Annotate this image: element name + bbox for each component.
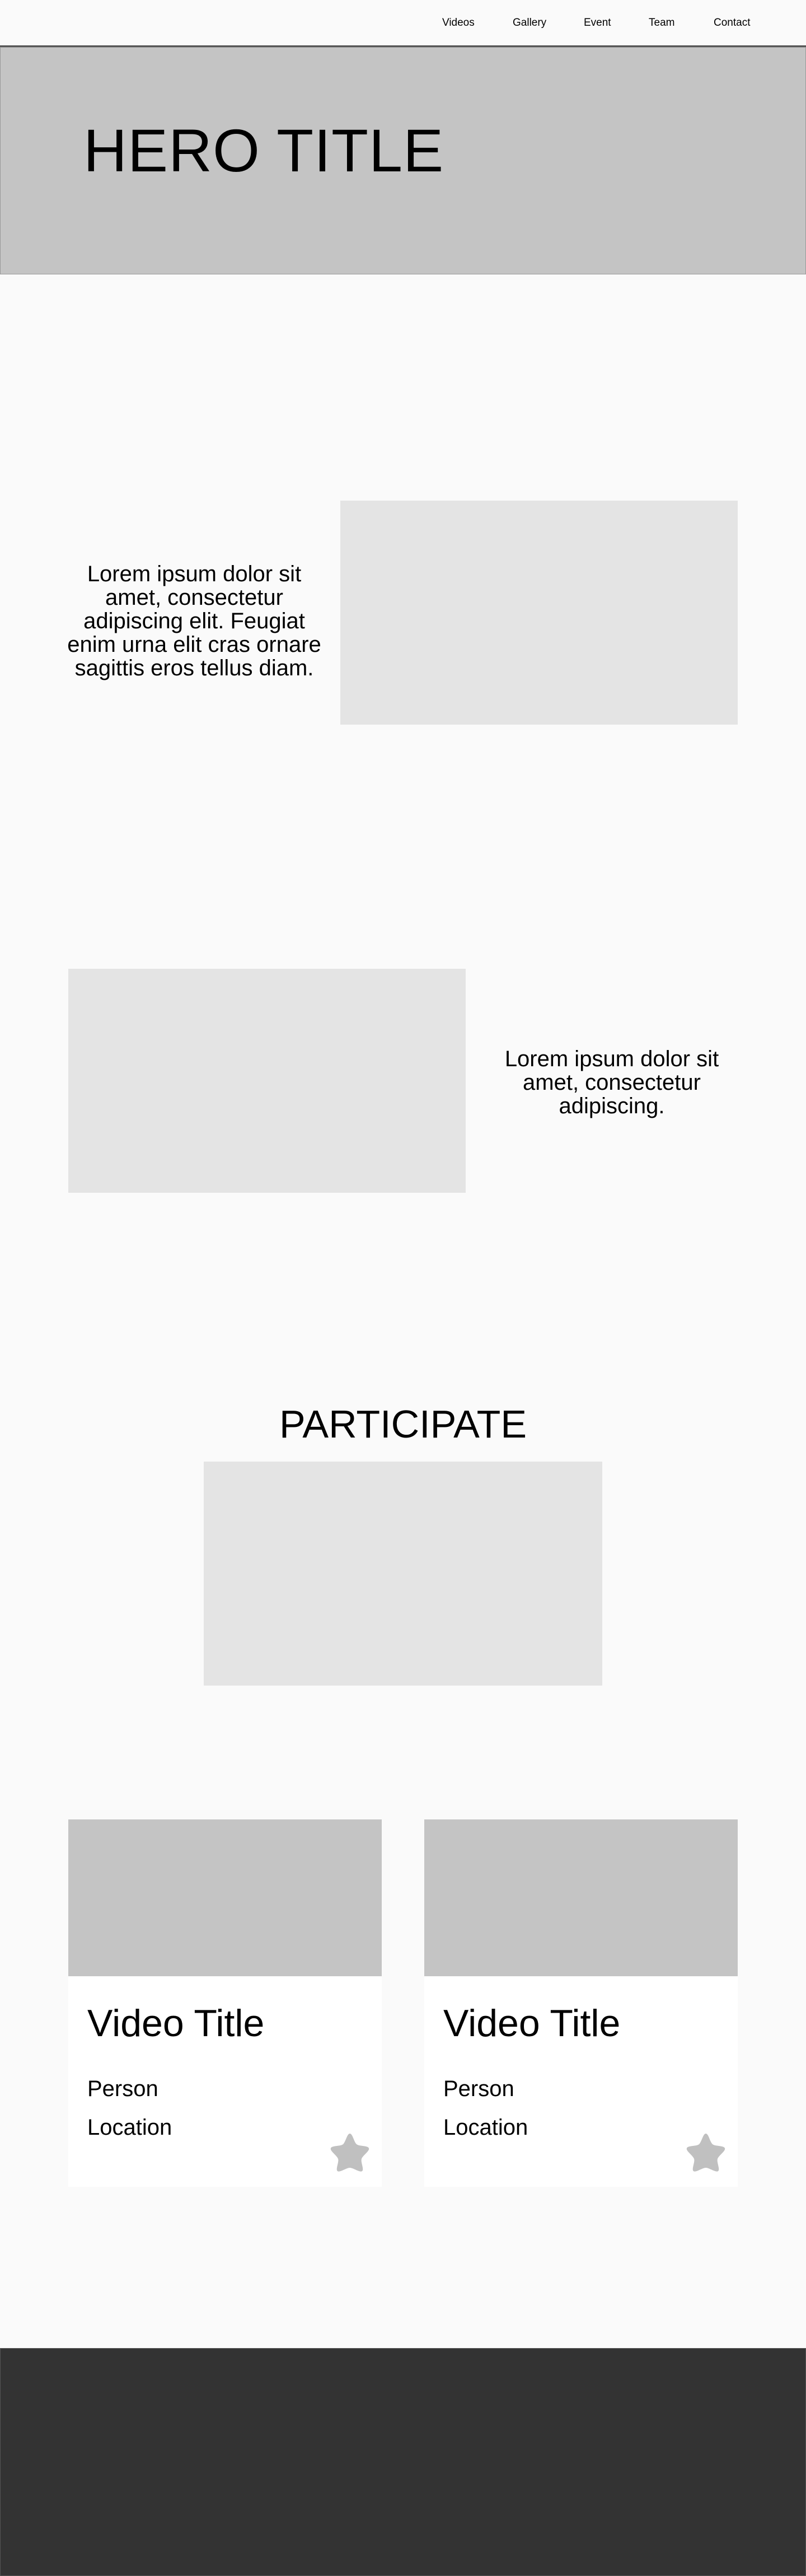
footer (0, 2348, 806, 2576)
video-card[interactable]: Video Title Person Location (424, 1819, 738, 2187)
nav-contact[interactable]: Contact (714, 17, 750, 29)
hero-banner: HERO TITLE (0, 47, 806, 274)
video-title: Video Title (443, 2002, 621, 2045)
participate-video-placeholder[interactable] (204, 1462, 602, 1686)
video-person: Person (87, 2076, 158, 2101)
nav-gallery[interactable]: Gallery (513, 17, 546, 29)
star-icon[interactable] (683, 2130, 728, 2175)
video-card[interactable]: Video Title Person Location (68, 1819, 382, 2187)
video-person: Person (443, 2076, 514, 2101)
video-thumbnail[interactable] (424, 1819, 738, 1976)
video-location: Location (443, 2115, 528, 2140)
video-location: Location (87, 2115, 172, 2140)
section-1-image-placeholder (340, 501, 738, 725)
section-2-image-placeholder (68, 969, 466, 1193)
top-nav: Videos Gallery Event Team Contact (0, 0, 806, 47)
nav-videos[interactable]: Videos (442, 17, 475, 29)
nav-event[interactable]: Event (584, 17, 611, 29)
participate-heading: PARTICIPATE (279, 1402, 527, 1446)
video-thumbnail[interactable] (68, 1819, 382, 1976)
section-2-text: Lorem ipsum dolor sit amet, consectetur … (504, 1047, 719, 1118)
video-title: Video Title (87, 2002, 265, 2045)
section-1-text: Lorem ipsum dolor sit amet, consectetur … (67, 562, 321, 680)
hero-title: HERO TITLE (83, 116, 444, 184)
star-icon[interactable] (327, 2130, 372, 2175)
nav-team[interactable]: Team (649, 17, 674, 29)
